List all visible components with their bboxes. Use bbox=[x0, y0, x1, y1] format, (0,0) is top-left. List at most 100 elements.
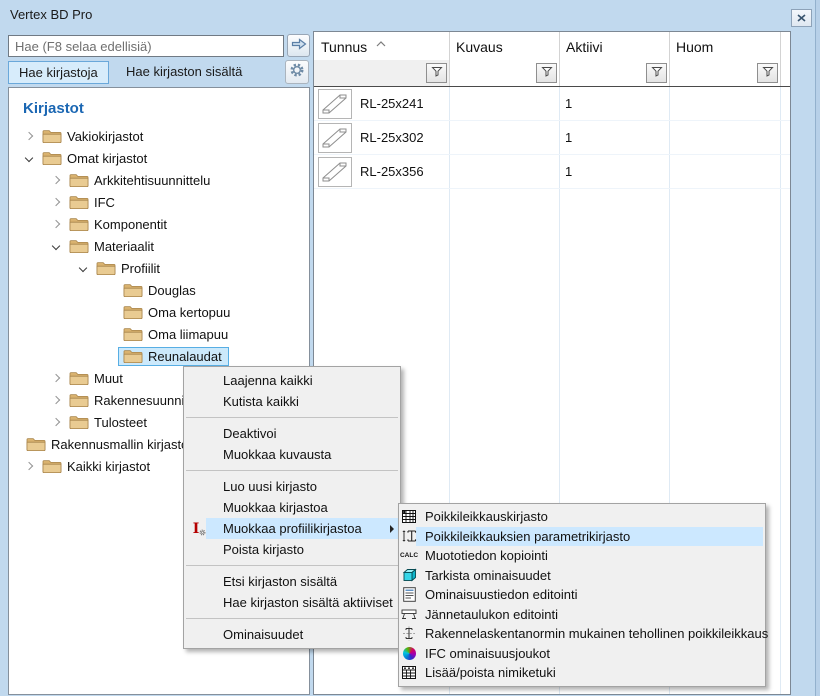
chevron-right-icon[interactable] bbox=[48, 375, 64, 381]
chevron-right-icon[interactable] bbox=[48, 199, 64, 205]
settings-button[interactable] bbox=[285, 60, 309, 84]
context-menu-item-ominaisuudet[interactable]: Ominaisuudet bbox=[184, 624, 400, 645]
tree-item-materiaalit[interactable]: Materiaalit bbox=[9, 235, 309, 257]
column-header-kuvaus[interactable]: Kuvaus bbox=[449, 32, 559, 60]
submenu-item-tarkista-ominaisuudet[interactable]: Tarkista ominaisuudet bbox=[399, 566, 765, 586]
column-header-huom[interactable]: Huom bbox=[669, 32, 780, 60]
chevron-right-icon[interactable] bbox=[21, 463, 37, 469]
submenu-item-ominaisuustiedon-editointi[interactable]: Ominaisuustiedon editointi bbox=[399, 585, 765, 605]
column-header-aktiivi[interactable]: Aktiivi bbox=[559, 32, 669, 60]
filter-button-huom[interactable] bbox=[757, 63, 778, 83]
cell-kuvaus bbox=[449, 121, 559, 154]
search-go-button[interactable] bbox=[287, 34, 310, 57]
submenu-item-muototiedon-kopiointi[interactable]: CALCMuototiedon kopiointi bbox=[399, 546, 765, 566]
tree-item-omat-kirjastot[interactable]: Omat kirjastot bbox=[9, 147, 309, 169]
calc-icon: CALC bbox=[401, 548, 417, 564]
submenu-item-rakennelaskentanormin-mukainen-tehollinen-poikkileikkaus[interactable]: Rakennelaskentanormin mukainen teholline… bbox=[399, 624, 765, 644]
chevron-right-icon[interactable] bbox=[21, 133, 37, 139]
context-menu-item-muokkaa-kuvausta[interactable]: Muokkaa kuvausta bbox=[184, 444, 400, 465]
chevron-right-icon[interactable] bbox=[48, 419, 64, 425]
context-menu-item-poista-kirjasto[interactable]: Poista kirjasto bbox=[184, 539, 400, 560]
tree-item-vakiokirjastot[interactable]: Vakiokirjastot bbox=[9, 125, 309, 147]
context-menu-item-laajenna-kaikki[interactable]: Laajenna kaikki bbox=[184, 370, 400, 391]
chevron-right-icon[interactable] bbox=[48, 221, 64, 227]
tree-item-oma-kertopuu[interactable]: Oma kertopuu bbox=[9, 301, 309, 323]
search-input[interactable] bbox=[8, 35, 284, 57]
folder-icon bbox=[69, 217, 89, 232]
submenu-item-ifc-ominaisuusjoukot[interactable]: IFC ominaisuusjoukot bbox=[399, 644, 765, 664]
context-menu-item-hae-kirjaston-sis-lt-aktiiviset[interactable]: Hae kirjaston sisältä aktiiviset bbox=[184, 592, 400, 613]
folder-icon bbox=[69, 415, 89, 430]
menu-item-label: Ominaisuudet bbox=[223, 627, 303, 642]
window-right-border bbox=[815, 0, 820, 696]
ifc-icon bbox=[401, 645, 417, 661]
folder-icon bbox=[69, 371, 89, 386]
close-button[interactable] bbox=[791, 9, 812, 27]
close-x-icon bbox=[797, 9, 806, 27]
context-menu-item-muokkaa-kirjastoa[interactable]: Muokkaa kirjastoa bbox=[184, 497, 400, 518]
table-row-rl-25x356[interactable]: RL-25x3561 bbox=[314, 155, 790, 189]
chevron-right-icon[interactable] bbox=[48, 397, 64, 403]
tree-item-label: Oma kertopuu bbox=[148, 305, 232, 320]
chevron-down-icon[interactable] bbox=[75, 265, 91, 271]
tree-header: Kirjastot bbox=[23, 100, 309, 117]
chevron-down-icon[interactable] bbox=[48, 243, 64, 249]
submenu-item-poikkileikkauskirjasto[interactable]: Poikkileikkauskirjasto bbox=[399, 507, 765, 527]
filter-cell-kuvaus[interactable] bbox=[449, 60, 559, 86]
context-menu-item-deaktivoi[interactable]: Deaktivoi bbox=[184, 423, 400, 444]
folder-icon bbox=[42, 151, 62, 166]
span-table-icon bbox=[401, 606, 417, 622]
context-menu-item-etsi-kirjaston-sis-lt[interactable]: Etsi kirjaston sisältä bbox=[184, 571, 400, 592]
cell-tunnus: RL-25x241 bbox=[360, 96, 424, 111]
table-row-rl-25x241[interactable]: RL-25x2411 bbox=[314, 87, 790, 121]
submenu-item-lis-poista-nimiketuki[interactable]: Lisää/poista nimiketuki bbox=[399, 663, 765, 683]
ibeam-dim-icon bbox=[401, 528, 417, 544]
tree-item-label: Komponentit bbox=[94, 217, 169, 232]
profile-library-submenu: PoikkileikkauskirjastoPoikkileikkauksien… bbox=[398, 503, 766, 687]
chevron-right-icon[interactable] bbox=[48, 177, 64, 183]
filter-button-tunnus[interactable] bbox=[426, 63, 447, 83]
folder-icon bbox=[123, 349, 143, 364]
filter-cell-aktiivi[interactable] bbox=[559, 60, 669, 86]
menu-item-label: Laajenna kaikki bbox=[223, 373, 313, 388]
tree-item-reunalaudat[interactable]: Reunalaudat bbox=[9, 345, 309, 367]
context-menu-item-muokkaa-profiilikirjastoa[interactable]: IMuokkaa profiilikirjastoa bbox=[184, 518, 400, 539]
cell-aktiivi: 1 bbox=[559, 155, 669, 188]
chevron-down-icon[interactable] bbox=[21, 155, 37, 161]
submenu-item-j-nnetaulukon-editointi[interactable]: Jännetaulukon editointi bbox=[399, 605, 765, 625]
submenu-arrow-icon bbox=[390, 525, 394, 533]
menu-separator bbox=[186, 618, 398, 619]
filter-cell-tunnus[interactable] bbox=[314, 60, 449, 86]
table-row-rl-25x302[interactable]: RL-25x3021 bbox=[314, 121, 790, 155]
tab-hae-kirjaston-sisalta[interactable]: Hae kirjaston sisältä bbox=[116, 61, 252, 84]
tree-item-ifc[interactable]: IFC bbox=[9, 191, 309, 213]
menu-item-label: Deaktivoi bbox=[223, 426, 276, 441]
section-icon bbox=[401, 626, 417, 642]
tree-item-oma-liimapuu[interactable]: Oma liimapuu bbox=[9, 323, 309, 345]
menu-item-label: Lisää/poista nimiketuki bbox=[425, 665, 556, 680]
context-menu-item-kutista-kaikki[interactable]: Kutista kaikki bbox=[184, 391, 400, 412]
column-header-tunnus[interactable]: Tunnus bbox=[314, 32, 449, 60]
menu-item-label: IFC ominaisuusjoukot bbox=[425, 646, 550, 661]
tree-item-label: Materiaalit bbox=[94, 239, 156, 254]
filter-button-kuvaus[interactable] bbox=[536, 63, 557, 83]
menu-item-label: Muokkaa kuvausta bbox=[223, 447, 331, 462]
tree-item-label: Kaikki kirjastot bbox=[67, 459, 152, 474]
folder-icon bbox=[96, 261, 116, 276]
filter-cell-huom[interactable] bbox=[669, 60, 780, 86]
tree-item-arkkitehtisuunnittelu[interactable]: Arkkitehtisuunnittelu bbox=[9, 169, 309, 191]
tree-item-douglas[interactable]: Douglas bbox=[9, 279, 309, 301]
tree-item-komponentit[interactable]: Komponentit bbox=[9, 213, 309, 235]
cell-huom bbox=[669, 155, 780, 188]
tab-hae-kirjastoja[interactable]: Hae kirjastoja bbox=[8, 61, 109, 84]
submenu-item-poikkileikkauksien-parametrikirjasto[interactable]: Poikkileikkauksien parametrikirjasto bbox=[399, 527, 765, 547]
vertex-bd-pro-window: Vertex BD Pro Hae kirjastoja Hae kirjast… bbox=[0, 0, 820, 696]
profile-plank-icon bbox=[318, 157, 352, 187]
cell-huom bbox=[669, 121, 780, 154]
tree-item-profiilit[interactable]: Profiilit bbox=[9, 257, 309, 279]
folder-icon bbox=[69, 393, 89, 408]
context-menu-item-luo-uusi-kirjasto[interactable]: Luo uusi kirjasto bbox=[184, 476, 400, 497]
box3d-icon bbox=[401, 567, 417, 583]
table-filter-row bbox=[314, 60, 790, 87]
filter-button-aktiivi[interactable] bbox=[646, 63, 667, 83]
